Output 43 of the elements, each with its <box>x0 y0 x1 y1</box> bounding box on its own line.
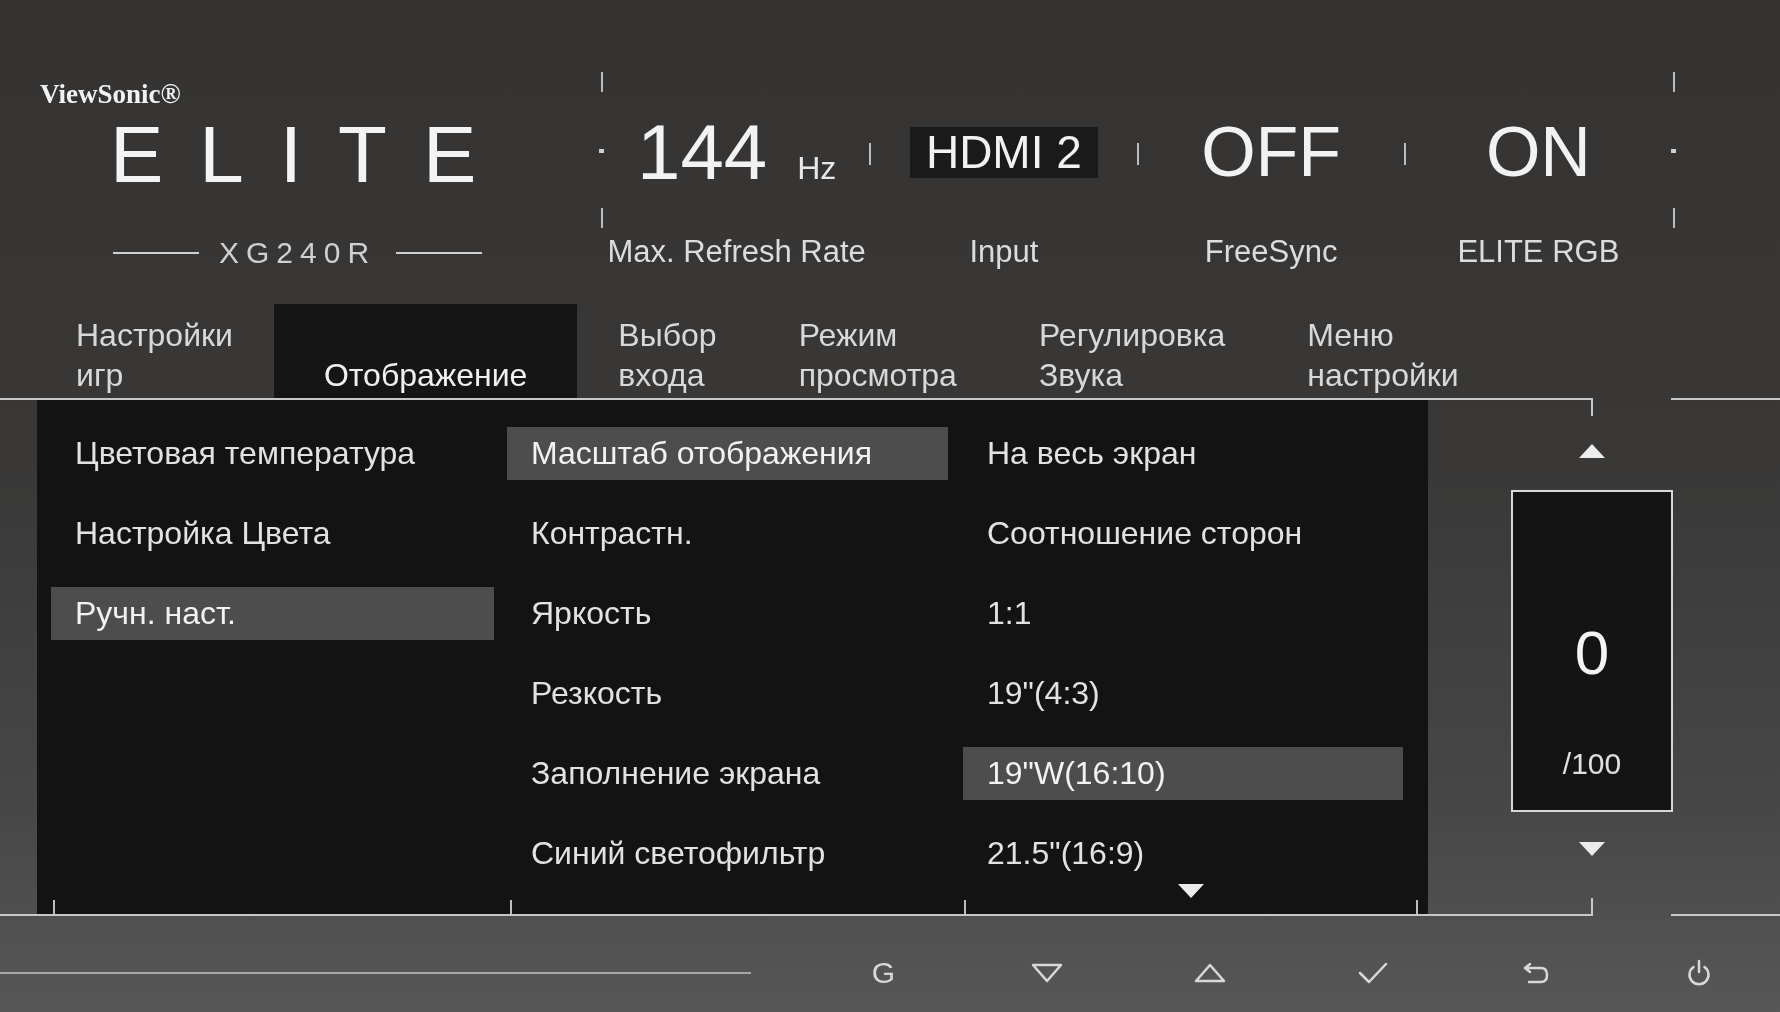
menu-item[interactable]: 19"W(16:10) <box>963 747 1403 800</box>
menu-item[interactable]: На весь экран <box>963 427 1403 480</box>
status-label: Input <box>969 234 1039 270</box>
brand-name: ViewSonic® <box>40 78 181 110</box>
value-scale: /100 <box>1562 746 1622 782</box>
status-badge: HDMI 2 <box>909 126 1098 178</box>
status-label: ELITE RGB <box>1457 234 1620 270</box>
hotkey-label: G <box>871 956 896 990</box>
menu-item[interactable]: Масштаб отображения <box>507 427 948 480</box>
return-icon <box>1521 961 1550 985</box>
menu-item[interactable]: Ручн. наст. <box>51 587 494 640</box>
menu-item[interactable]: 1:1 <box>963 587 1403 640</box>
menu-item[interactable]: Синий светофильтр <box>507 827 948 880</box>
menu-item[interactable]: Заполнение экрана <box>507 747 948 800</box>
down-triangle-icon <box>1030 963 1063 983</box>
value-number: 0 <box>1574 620 1610 686</box>
menu-tab[interactable]: Регулировка Звука <box>997 304 1267 398</box>
menu-item[interactable]: 19"(4:3) <box>963 667 1403 720</box>
up-triangle-icon <box>1579 444 1605 458</box>
down-triangle-icon <box>1579 842 1605 856</box>
menu-tab[interactable]: Режим просмотра <box>757 304 998 398</box>
status-value: 144 <box>637 113 768 191</box>
status-value: ON <box>1485 117 1591 187</box>
power-icon <box>1685 959 1712 987</box>
check-icon <box>1357 961 1388 985</box>
up-triangle-icon <box>1193 963 1226 983</box>
model-name: XG240R <box>219 236 377 270</box>
menu-tab[interactable]: Выбор входа <box>577 304 758 398</box>
status-value: OFF <box>1201 117 1342 187</box>
menu-item[interactable]: Настройка Цвета <box>51 507 494 560</box>
menu-item[interactable]: Контрастн. <box>507 507 948 560</box>
menu-item[interactable]: 21.5"(16:9) <box>963 827 1403 880</box>
status-label: Max. Refresh Rate <box>607 234 866 270</box>
menu-tab[interactable]: Отображение <box>273 304 578 398</box>
menu-item[interactable]: Соотношение сторон <box>963 507 1403 560</box>
menu-item[interactable]: Резкость <box>507 667 948 720</box>
logo-wordmark: ELITE <box>110 115 513 195</box>
status-label: FreeSync <box>1204 234 1338 270</box>
menu-item[interactable]: Яркость <box>507 587 948 640</box>
unit-label: Hz <box>797 152 837 184</box>
menu-tab[interactable]: Настройки игр <box>35 304 274 398</box>
menu-item[interactable]: Цветовая температура <box>51 427 494 480</box>
menu-tab[interactable]: Меню настройки <box>1266 304 1500 398</box>
